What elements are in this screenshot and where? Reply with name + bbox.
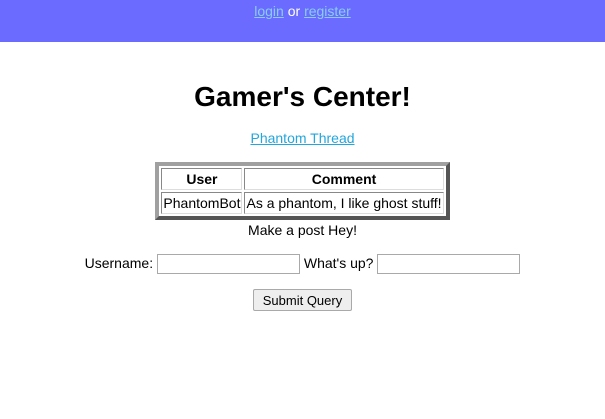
column-header-comment: Comment	[244, 168, 444, 190]
username-label: Username:	[84, 255, 154, 271]
submit-row: Submit Query	[0, 289, 605, 312]
cell-user: PhantomBot	[161, 192, 243, 214]
post-form: Username: What's up?	[0, 252, 605, 275]
register-link[interactable]: register	[304, 3, 351, 19]
posts-table: User Comment PhantomBot As a phantom, I …	[155, 162, 450, 220]
username-input[interactable]	[156, 254, 300, 275]
whatsup-label: What's up?	[303, 255, 374, 271]
table-header-row: User Comment	[161, 168, 444, 190]
submit-query-button[interactable]: Submit Query	[252, 289, 353, 312]
login-link[interactable]: login	[254, 3, 284, 19]
make-post-text: Make a post Hey!	[248, 222, 357, 238]
whatsup-input[interactable]	[377, 254, 521, 275]
page-title: Gamer's Center!	[194, 81, 411, 112]
thread-link[interactable]: Phantom Thread	[250, 130, 354, 146]
posts-table-container: User Comment PhantomBot As a phantom, I …	[153, 162, 453, 220]
main-content: Gamer's Center! Phantom Thread User Comm…	[0, 80, 605, 312]
column-header-user: User	[161, 168, 243, 190]
cell-comment: As a phantom, I like ghost stuff!	[244, 192, 444, 214]
top-nav-bar: login or register	[0, 0, 605, 42]
or-text: or	[287, 3, 301, 19]
table-row: PhantomBot As a phantom, I like ghost st…	[161, 192, 444, 214]
